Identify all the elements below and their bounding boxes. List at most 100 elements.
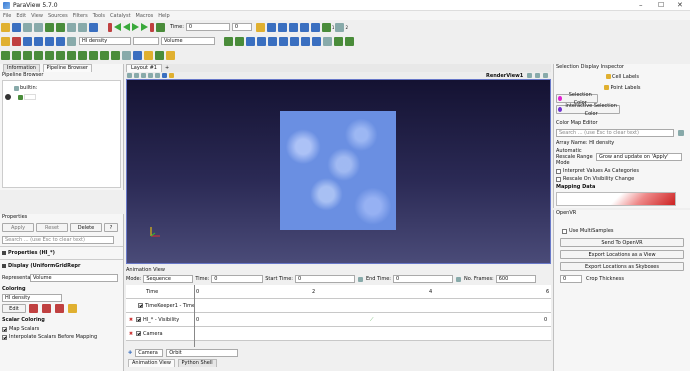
end-time-field[interactable]: 0 xyxy=(392,275,453,283)
opacity-transfer-function[interactable] xyxy=(556,192,676,206)
tab-python-shell[interactable]: Python Shell xyxy=(177,359,217,367)
split-vertical-icon[interactable] xyxy=(134,73,139,78)
interpret-checkbox[interactable] xyxy=(556,168,561,174)
timekeeper-checkbox[interactable] xyxy=(138,303,143,308)
find-data-icon[interactable] xyxy=(166,50,175,60)
interpret-row[interactable]: Interpret Values As Categories xyxy=(554,167,690,175)
light-kit-icon[interactable] xyxy=(169,73,174,78)
menu-item-help[interactable]: Help xyxy=(158,13,169,19)
frame-spinbox[interactable]: 0 xyxy=(231,23,252,31)
camera-redo-icon[interactable] xyxy=(78,22,87,32)
orbit-select[interactable]: Orbit xyxy=(166,349,239,357)
threshold-icon[interactable] xyxy=(45,50,54,60)
play-icon[interactable] xyxy=(132,23,139,31)
rescale-visibility-row[interactable]: Rescale On Visibility Change xyxy=(554,175,690,183)
disconnect-icon[interactable] xyxy=(34,22,43,32)
section-properties[interactable]: Properties (HI_*) xyxy=(0,246,123,259)
edit-colormap-button[interactable]: Edit xyxy=(2,304,26,313)
rescale-custom-icon[interactable] xyxy=(34,36,43,46)
menu-item-catalyst[interactable]: Catalyst xyxy=(110,13,131,19)
select-points-icon[interactable] xyxy=(277,22,287,32)
export-skybox-button[interactable]: Export Locations as Skyboxes xyxy=(560,262,684,271)
rescale-custom-range-icon[interactable] xyxy=(42,304,51,313)
view-minus-x-icon[interactable] xyxy=(268,36,277,46)
pipeline-root[interactable]: builtin: xyxy=(13,85,37,91)
connect-icon[interactable] xyxy=(23,22,32,32)
camera-checkbox[interactable] xyxy=(136,331,141,336)
visibility-checkbox[interactable] xyxy=(136,317,141,322)
remove-track-icon[interactable]: ✖ xyxy=(126,331,136,337)
tab-information[interactable]: Information xyxy=(3,64,40,72)
last-frame-icon[interactable] xyxy=(150,22,154,32)
frames-field[interactable]: 600 xyxy=(495,275,536,283)
multisamples-row[interactable]: Use MultiSamples xyxy=(554,227,690,235)
interactive-color-button[interactable]: Interactive Selection Color xyxy=(556,103,620,117)
split-horizontal-icon[interactable] xyxy=(127,73,132,78)
representation-field[interactable]: Volume xyxy=(30,274,118,282)
close-icon[interactable]: ✕ xyxy=(677,1,683,9)
first-frame-icon[interactable] xyxy=(108,22,112,32)
reset-camera-icon[interactable] xyxy=(224,36,233,46)
help-icon[interactable] xyxy=(89,22,98,32)
toggle-3d-icon[interactable] xyxy=(155,73,160,78)
save-icon[interactable] xyxy=(12,22,21,32)
menu-item-filters[interactable]: Filters xyxy=(73,13,88,19)
map-scalars-checkbox[interactable] xyxy=(2,326,7,332)
extract-level-icon[interactable] xyxy=(111,50,120,60)
query-icon[interactable] xyxy=(255,22,265,32)
map-scalars-row[interactable]: Map Scalars xyxy=(0,325,123,333)
rotate-minus-90-icon[interactable] xyxy=(345,36,354,46)
camera-undo-icon[interactable] xyxy=(67,22,76,32)
clip-icon[interactable] xyxy=(23,50,32,60)
minimize-icon[interactable]: – xyxy=(639,1,643,9)
undo-icon[interactable] xyxy=(45,22,54,32)
open-icon[interactable] xyxy=(1,22,10,32)
contour-icon[interactable] xyxy=(12,50,21,60)
lock-start-icon[interactable] xyxy=(357,276,363,282)
pipeline-source-item[interactable] xyxy=(5,94,36,100)
python-filter-icon[interactable] xyxy=(133,50,142,60)
colormap-search-input[interactable]: Search ... (use Esc to clear text) xyxy=(556,129,674,137)
section-display[interactable]: Display (UniformGridRepr xyxy=(0,259,123,272)
properties-search-input[interactable]: Search ... (use Esc to clear text) xyxy=(2,236,114,244)
toggle-color-icon[interactable] xyxy=(67,36,76,46)
next-frame-icon[interactable] xyxy=(141,23,148,31)
view-minus-y-icon[interactable] xyxy=(290,36,299,46)
rescale-visible-icon[interactable] xyxy=(56,36,65,46)
split-view-icon[interactable] xyxy=(527,73,532,78)
previous-frame-icon[interactable] xyxy=(114,23,121,31)
rescale-visibility-checkbox[interactable] xyxy=(556,176,561,182)
choose-preset-icon[interactable] xyxy=(68,304,77,313)
time-input[interactable]: 0 xyxy=(185,23,230,31)
calculator-icon[interactable] xyxy=(1,50,10,60)
view-plus-z-icon[interactable] xyxy=(301,36,310,46)
redo-icon[interactable] xyxy=(56,22,65,32)
mode-select[interactable]: Sequence xyxy=(143,275,194,283)
view-plus-y-icon[interactable] xyxy=(279,36,288,46)
track-visibility[interactable]: ✖ HI_* - Visibility 0 ⟋ 0 xyxy=(126,313,551,327)
representation-select[interactable]: Volume xyxy=(161,37,215,45)
rescale-temporal-icon[interactable] xyxy=(45,36,54,46)
rescale-icon[interactable] xyxy=(23,36,32,46)
grow-selection-icon[interactable] xyxy=(335,22,345,32)
camera-settings-icon[interactable] xyxy=(141,73,146,78)
zoom-data-icon[interactable] xyxy=(235,36,244,46)
add-track-icon[interactable]: ✚ xyxy=(128,350,132,356)
color-map-editor-icon[interactable] xyxy=(12,36,21,46)
lock-end-icon[interactable] xyxy=(455,276,461,282)
remove-track-icon[interactable]: ✖ xyxy=(126,317,136,323)
multisamples-checkbox[interactable] xyxy=(562,228,567,234)
selection-editor-icon[interactable] xyxy=(155,50,164,60)
camera-select[interactable]: Camera xyxy=(135,349,164,357)
close-view-icon[interactable] xyxy=(543,73,548,78)
capture-screenshot-icon[interactable] xyxy=(148,73,153,78)
apply-button[interactable]: Apply xyxy=(2,223,34,232)
rescale-select[interactable]: Grow and update on 'Apply' xyxy=(596,153,682,161)
menu-item-sources[interactable]: Sources xyxy=(48,13,68,19)
stream-tracer-icon[interactable] xyxy=(78,50,87,60)
reset-button[interactable]: Reset xyxy=(36,223,68,232)
tab-animation-view[interactable]: Animation View xyxy=(128,359,175,367)
crop-thickness-input[interactable]: 0 xyxy=(560,275,582,283)
maximize-icon[interactable]: ☐ xyxy=(658,1,664,9)
menu-item-view[interactable]: View xyxy=(31,13,43,19)
